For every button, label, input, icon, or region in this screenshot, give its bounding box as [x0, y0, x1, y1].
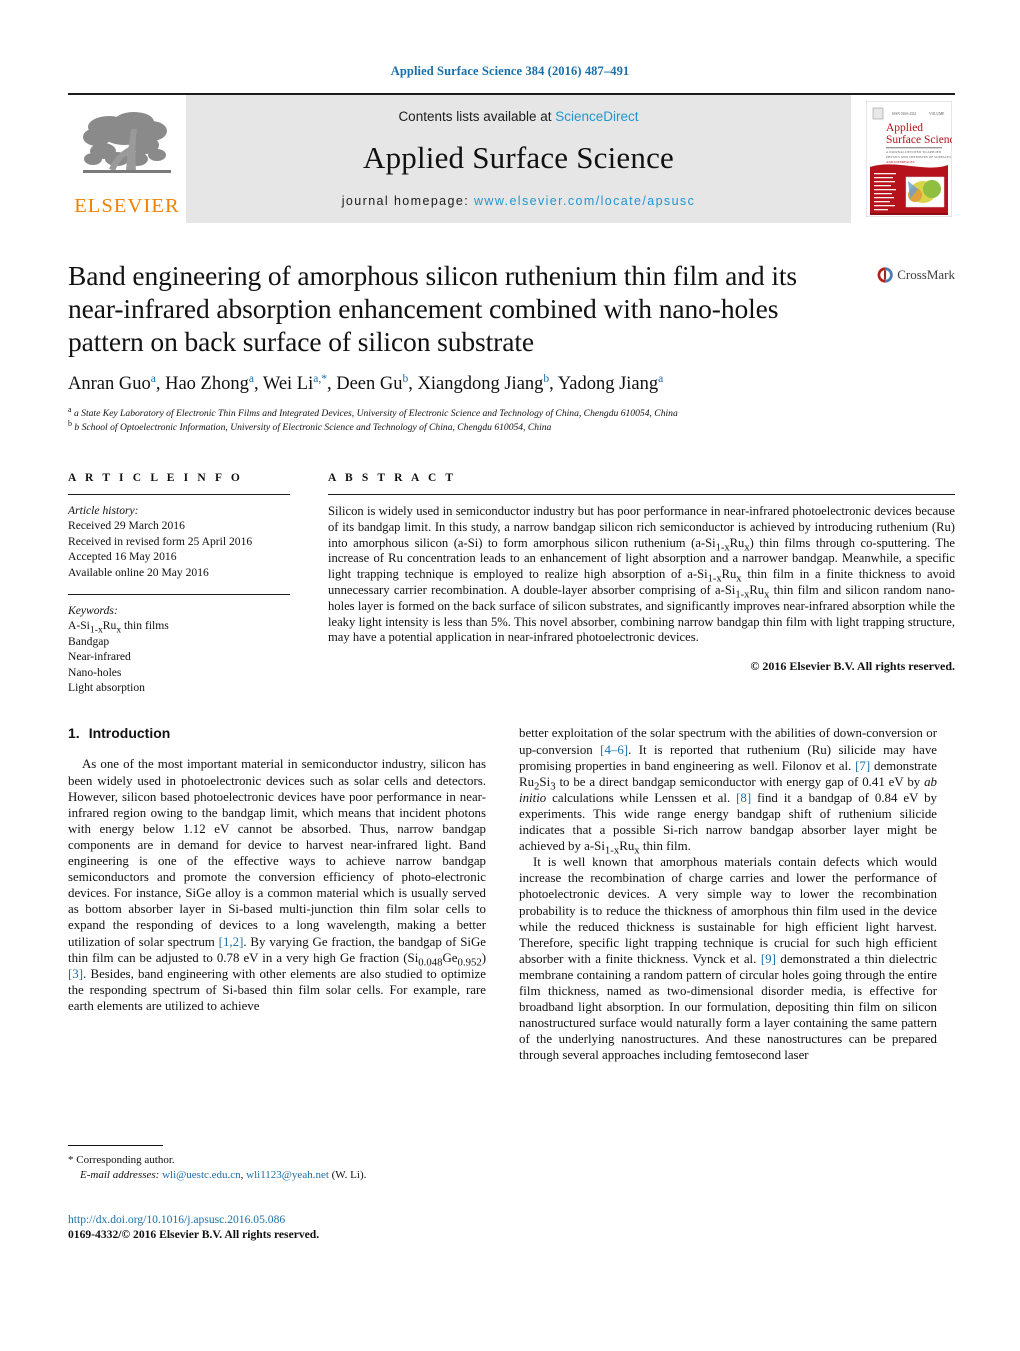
keywords-label: Keywords: [68, 604, 118, 618]
svg-text:Surface Science: Surface Science [886, 134, 952, 146]
svg-text:A JOURNAL DEVOTED TO APPLIED: A JOURNAL DEVOTED TO APPLIED [886, 150, 942, 154]
email-line: E-mail addresses: wli@uestc.edu.cn, wli1… [68, 1168, 486, 1183]
keyword-item: Near-infrared [68, 650, 131, 664]
author-list: Anran Guoa, Hao Zhonga, Wei Lia,*, Deen … [68, 372, 664, 394]
journal-homepage-line: journal homepage: www.elsevier.com/locat… [342, 194, 695, 208]
email-suffix: (W. Li). [331, 1168, 367, 1181]
history-item: Received 29 March 2016 [68, 519, 185, 533]
article-info-column: A R T I C L E I N F O Article history: R… [68, 472, 320, 695]
crossmark-icon [877, 267, 893, 283]
abstract-text: Silicon is widely used in semiconductor … [328, 504, 956, 645]
keyword-item: Nano-holes [68, 665, 122, 679]
corresponding-author-footnote: * Corresponding author. E-mail addresses… [68, 1145, 486, 1182]
masthead-center: Contents lists available at ScienceDirec… [186, 95, 851, 223]
article-history-label: Article history: [68, 504, 139, 517]
svg-text:VOLUME: VOLUME [929, 112, 945, 116]
paragraph: As one of the most important material in… [68, 757, 486, 1013]
email-link-1[interactable]: wli@uestc.edu.cn [162, 1169, 241, 1181]
paragraph: better exploitation of the solar spectru… [519, 726, 937, 857]
history-item: Available online 20 May 2016 [68, 565, 209, 579]
contents-prefix: Contents lists available at [398, 108, 556, 124]
corresponding-author-line: * Corresponding author. [68, 1153, 486, 1168]
body-columns: 1. Introduction As one of the most import… [68, 725, 955, 1063]
journal-cover-thumbnail: ISSN 0169-4332 VOLUME Applied Surface Sc… [863, 95, 955, 223]
affiliation-a: a a State Key Laboratory of Electronic T… [68, 404, 678, 419]
article-info-rule [68, 494, 290, 495]
corresponding-text: Corresponding author. [76, 1154, 175, 1166]
elsevier-wordmark: ELSEVIER [74, 194, 180, 217]
email-link-2[interactable]: wli1123@yeah.net [246, 1169, 329, 1181]
abstract-column: A B S T R A C T Silicon is widely used i… [320, 472, 955, 695]
sciencedirect-link[interactable]: ScienceDirect [555, 109, 638, 124]
issn-copyright-line: 0169-4332/© 2016 Elsevier B.V. All right… [68, 1228, 320, 1241]
footnote-divider [68, 1145, 163, 1146]
article-history: Article history: Received 29 March 2016 … [68, 503, 290, 580]
title-block: CrossMark Band engineering of amorphous … [68, 259, 955, 434]
keyword-item: Light absorption [68, 681, 145, 695]
affiliation-list: a a State Key Laboratory of Electronic T… [68, 404, 955, 434]
keywords-rule [68, 594, 290, 596]
page-title: Band engineering of amorphous silicon ru… [68, 260, 798, 357]
affiliation-b-text: b School of Optoelectronic Information, … [74, 421, 552, 433]
crossmark-label: CrossMark [897, 267, 955, 282]
journal-cover-image: ISSN 0169-4332 VOLUME Applied Surface Sc… [866, 101, 952, 217]
history-item: Received in revised form 25 April 2016 [68, 534, 253, 548]
paragraph: It is well known that amorphous material… [519, 855, 938, 1063]
abstract-heading: A B S T R A C T [328, 472, 457, 484]
elsevier-logo: ELSEVIER [68, 95, 186, 223]
section-heading-introduction: 1. Introduction [68, 725, 486, 741]
running-head: Applied Surface Science 384 (2016) 487–4… [390, 64, 630, 78]
contents-available-line: Contents lists available at ScienceDirec… [398, 109, 638, 124]
homepage-prefix: journal homepage: [341, 193, 474, 208]
body-column-right: better exploitation of the solar spectru… [519, 725, 937, 1063]
homepage-url-link[interactable]: www.elsevier.com/locate/apsusc [474, 194, 695, 208]
svg-text:AND INTERFACES: AND INTERFACES [886, 160, 915, 164]
article-info-heading: A R T I C L E I N F O [68, 472, 243, 484]
paper-page: Applied Surface Science 384 (2016) 487–4… [0, 0, 1020, 1351]
corresponding-marker: * [68, 1154, 74, 1166]
affiliation-b: b b School of Optoelectronic Information… [68, 418, 552, 433]
keyword-item: A-Si1-xRux thin films [68, 619, 169, 636]
svg-text:ISSN 0169-4332: ISSN 0169-4332 [892, 112, 916, 116]
elsevier-tree-icon [83, 111, 171, 173]
journal-masthead: ELSEVIER Contents lists available at Sci… [68, 93, 955, 223]
svg-text:PHYSICS AND CHEMISTRY OF SURFA: PHYSICS AND CHEMISTRY OF SURFACES [886, 155, 951, 159]
section-number: 1. [68, 725, 80, 742]
keyword-item: Bandgap [68, 634, 110, 648]
doi-link[interactable]: http://dx.doi.org/10.1016/j.apsusc.2016.… [68, 1213, 568, 1226]
abstract-rule [328, 494, 955, 495]
email-label: E-mail addresses: [80, 1168, 160, 1181]
svg-text:Applied: Applied [886, 122, 923, 134]
info-abstract-row: A R T I C L E I N F O Article history: R… [68, 472, 955, 695]
doi-block: http://dx.doi.org/10.1016/j.apsusc.2016.… [68, 1213, 568, 1241]
affiliation-a-text: a State Key Laboratory of Electronic Thi… [73, 408, 678, 419]
body-column-left: 1. Introduction As one of the most import… [68, 725, 486, 1063]
crossmark-badge[interactable]: CrossMark [877, 251, 955, 299]
copyright-line: © 2016 Elsevier B.V. All rights reserved… [750, 659, 955, 674]
history-item: Accepted 16 May 2016 [68, 550, 177, 564]
journal-title: Applied Surface Science [362, 139, 675, 175]
section-title-text: Introduction [88, 725, 171, 742]
keywords-list: Keywords: A-Si1-xRux thin films Bandgap … [68, 603, 290, 695]
